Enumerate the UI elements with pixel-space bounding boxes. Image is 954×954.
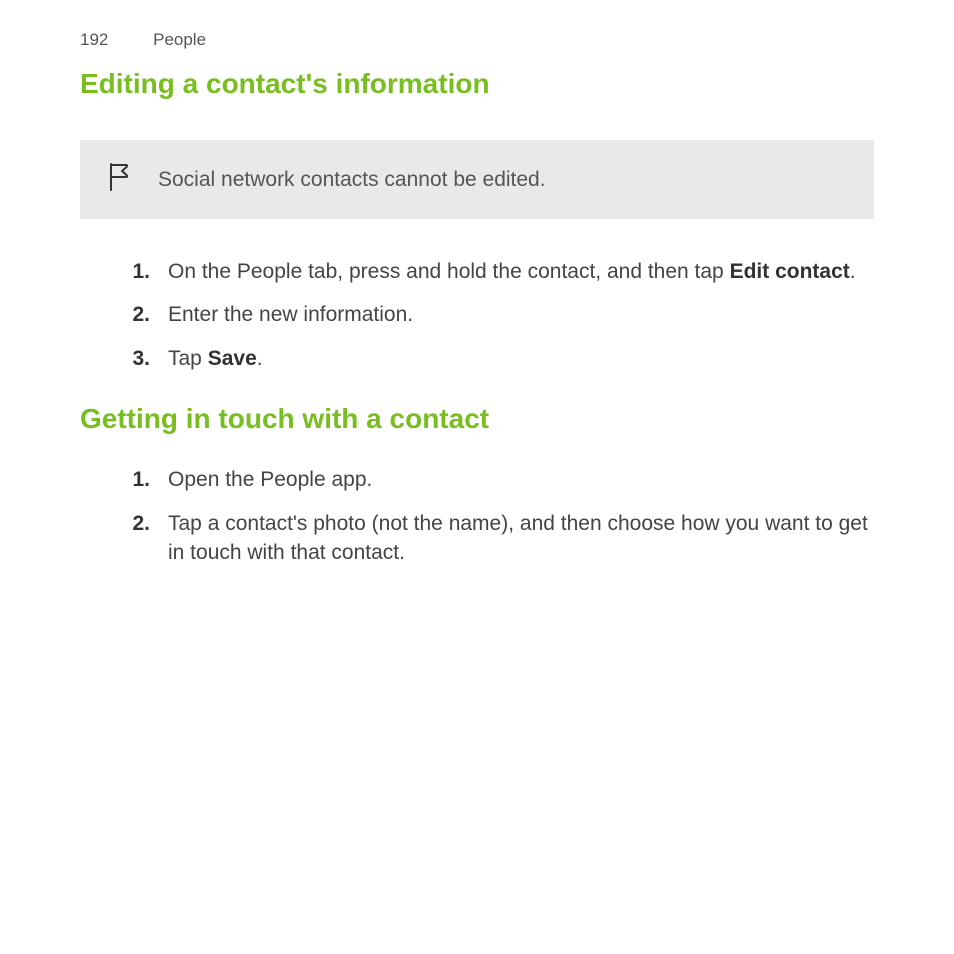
step-body: Enter the new information. (168, 300, 874, 329)
step-body: Tap a contact's photo (not the name), an… (168, 509, 874, 568)
steps-list-2: 1. Open the People app. 2. Tap a contact… (110, 465, 874, 567)
list-item: 1. On the People tab, press and hold the… (110, 257, 874, 286)
steps-list-1: 1. On the People tab, press and hold the… (110, 257, 874, 373)
list-item: 1. Open the People app. (110, 465, 874, 494)
step-body: Tap Save. (168, 344, 874, 373)
section-name: People (153, 30, 206, 49)
page-header: 192 People (80, 30, 874, 50)
note-text: Social network contacts cannot be edited… (158, 168, 546, 192)
list-item: 3. Tap Save. (110, 344, 874, 373)
step-number: 1. (110, 257, 168, 286)
step-number: 3. (110, 344, 168, 373)
step-number: 1. (110, 465, 168, 494)
list-item: 2. Enter the new information. (110, 300, 874, 329)
step-body: On the People tab, press and hold the co… (168, 257, 874, 286)
step-body: Open the People app. (168, 465, 874, 494)
page-number: 192 (80, 30, 108, 50)
flag-icon (108, 162, 130, 197)
heading-editing-contact: Editing a contact's information (80, 68, 874, 100)
step-number: 2. (110, 300, 168, 329)
heading-getting-in-touch: Getting in touch with a contact (80, 403, 874, 435)
note-box: Social network contacts cannot be edited… (80, 140, 874, 219)
step-number: 2. (110, 509, 168, 538)
document-page: 192 People Editing a contact's informati… (0, 0, 954, 567)
list-item: 2. Tap a contact's photo (not the name),… (110, 509, 874, 568)
